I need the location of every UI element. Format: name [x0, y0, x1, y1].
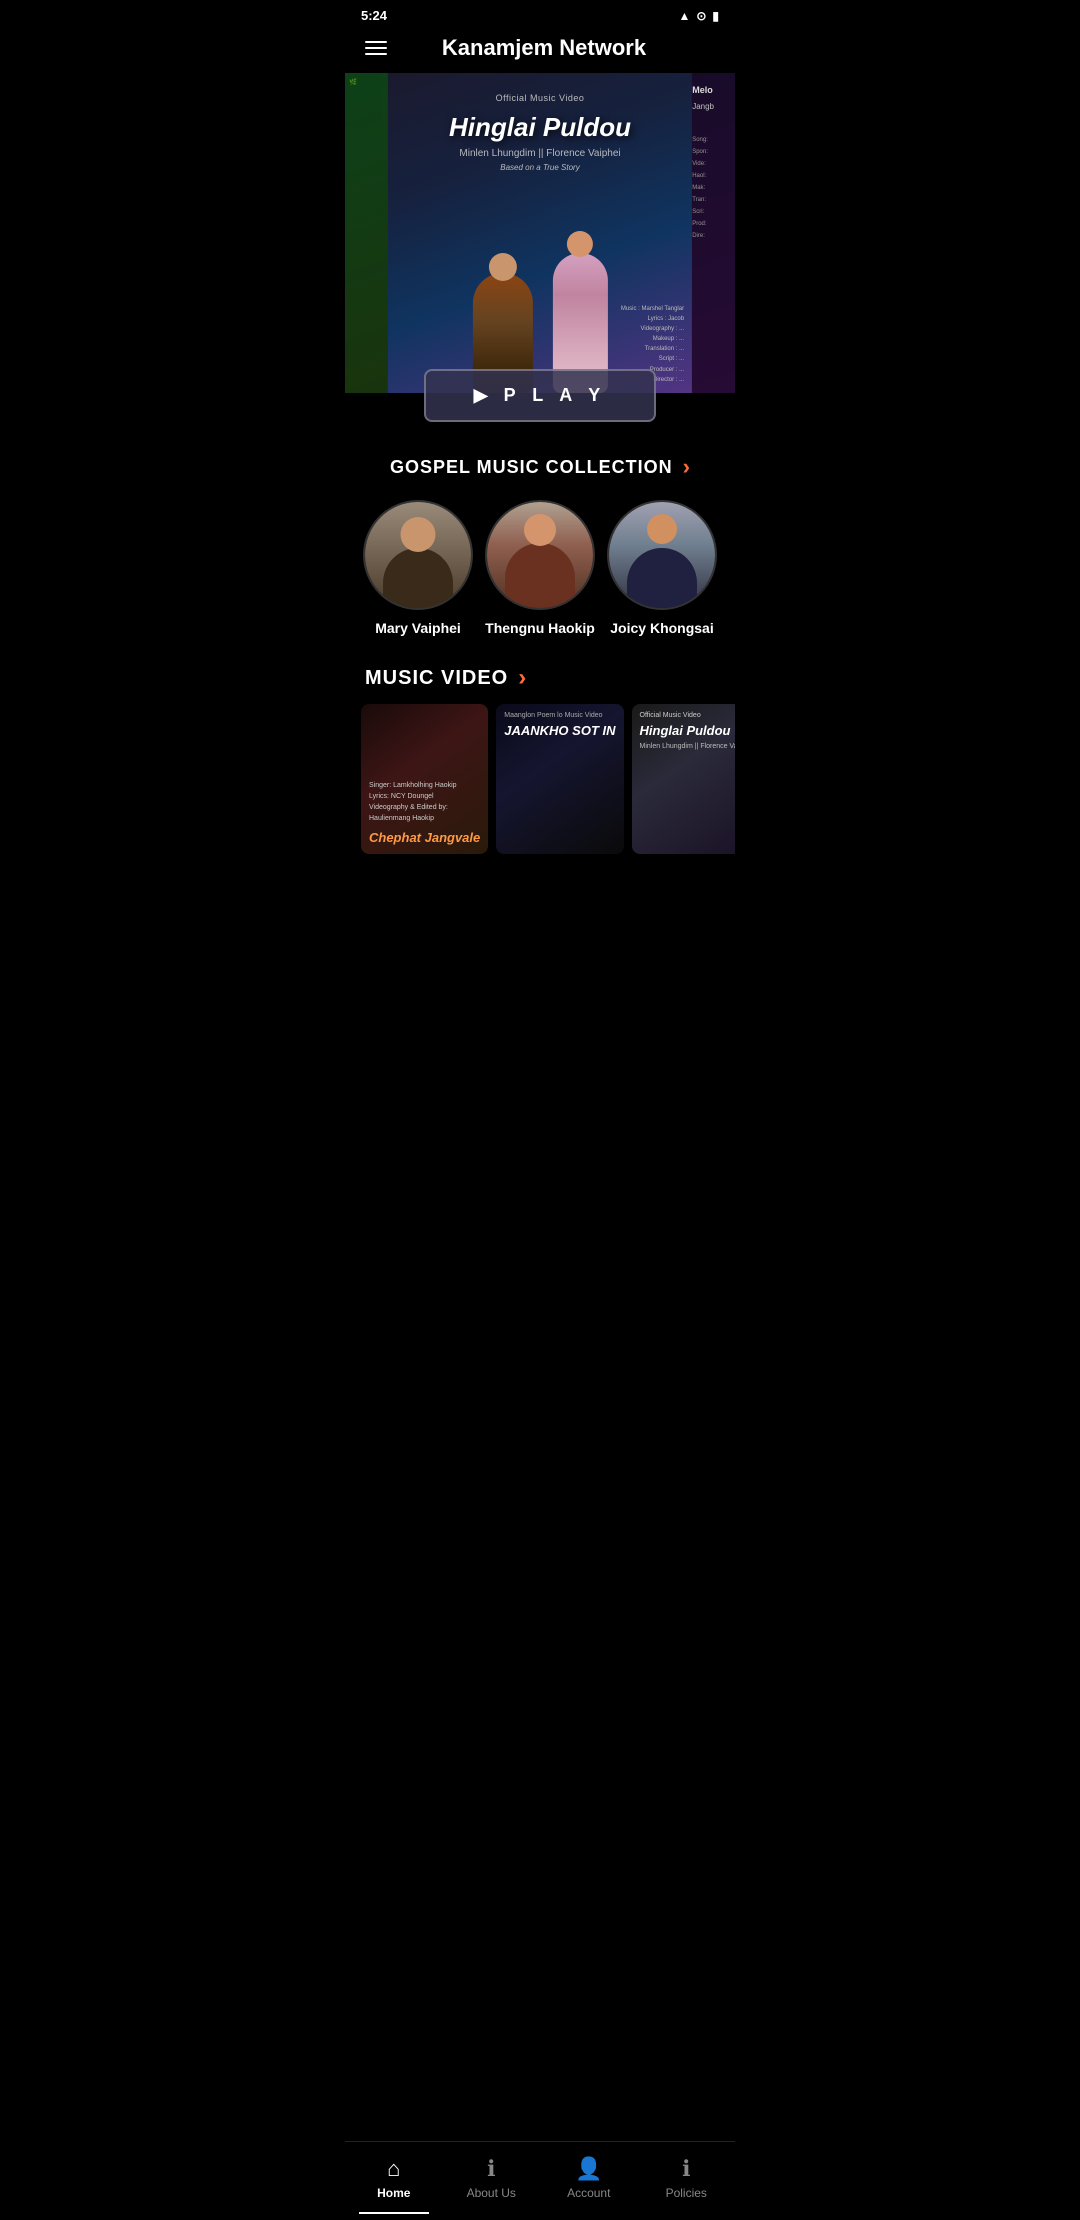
app-header: Kanamjem Network — [345, 27, 735, 73]
artist-avatar-thengnu — [485, 500, 595, 610]
artist-item-joicy[interactable]: Joicy Khongsai — [607, 500, 717, 636]
hero-main-slide[interactable]: Official Music Video Hinglai Puldou Minl… — [388, 73, 692, 393]
status-icons: ▲ ⊙ ▮ — [678, 9, 719, 23]
nav-item-account[interactable]: 👤 Account — [554, 2152, 624, 2204]
hero-right-slide[interactable]: Melo Jangb Song:Spon:Vide:Haol:Mak:Tran:… — [688, 73, 735, 393]
mv-1-credits: Singer: Lamkholhing Haokip Lyrics: NCY D… — [369, 780, 480, 825]
play-label: P L A Y — [504, 385, 607, 406]
hero-subtitle: Minlen Lhungdim || Florence Vaiphei — [459, 148, 620, 159]
hero-story-tag: Based on a True Story — [500, 163, 579, 172]
left-slide-content: 🌿 — [345, 73, 392, 93]
mv-3-title: Hinglai Puldou — [640, 723, 736, 739]
menu-button[interactable] — [361, 37, 391, 59]
mv-thumb-3[interactable]: Official Music Video Hinglai Puldou Minl… — [632, 704, 736, 854]
signal-icon: ▲ — [678, 9, 690, 23]
music-video-section-header[interactable]: MUSIC VIDEO › — [345, 656, 735, 704]
artist-item-thengnu[interactable]: Thengnu Haokip — [485, 500, 595, 636]
status-time: 5:24 — [361, 8, 387, 23]
nav-label-policies: Policies — [666, 2186, 707, 2200]
main-content: 🌿 Official Music Video Hinglai Puldou Mi… — [345, 73, 735, 934]
artist-photo-joicy — [609, 502, 715, 608]
policies-icon: ℹ — [682, 2156, 690, 2182]
status-bar: 5:24 ▲ ⊙ ▮ — [345, 0, 735, 27]
mv-thumb-2[interactable]: Maanglon Poem lo Music Video JAANKHO SOT… — [496, 704, 623, 854]
play-button-container: ▶ P L A Y — [345, 369, 735, 438]
mv-2-label: Maanglon Poem lo Music Video — [504, 712, 615, 719]
hero-carousel[interactable]: 🌿 Official Music Video Hinglai Puldou Mi… — [345, 73, 735, 393]
wifi-icon: ⊙ — [696, 9, 706, 23]
mv-thumb-1[interactable]: Singer: Lamkholhing Haokip Lyrics: NCY D… — [361, 704, 488, 854]
hamburger-line — [365, 53, 387, 55]
mv-3-label: Official Music Video — [640, 712, 736, 719]
music-video-arrow: › — [518, 664, 526, 692]
gospel-section-title: GOSPEL MUSIC COLLECTION — [390, 457, 673, 478]
artist-name-mary: Mary Vaiphei — [375, 620, 461, 636]
battery-icon: ▮ — [712, 9, 719, 23]
hero-title: Hinglai Puldou — [449, 113, 631, 142]
nav-label-home: Home — [377, 2186, 410, 2200]
hamburger-line — [365, 41, 387, 43]
artist-avatar-mary — [363, 500, 473, 610]
hero-slide: 🌿 Official Music Video Hinglai Puldou Mi… — [345, 73, 735, 393]
artist-photo-mary — [365, 502, 471, 608]
music-video-row: Singer: Lamkholhing Haokip Lyrics: NCY D… — [345, 704, 735, 854]
nav-item-home[interactable]: ⌂ Home — [359, 2152, 429, 2204]
home-icon: ⌂ — [387, 2156, 400, 2182]
bottom-navigation: ⌂ Home ℹ About Us 👤 Account ℹ Policies — [345, 2141, 735, 2220]
nav-item-about[interactable]: ℹ About Us — [456, 2152, 526, 2204]
music-video-title: MUSIC VIDEO — [365, 667, 508, 690]
artist-name-joicy: Joicy Khongsai — [610, 620, 713, 636]
artists-row: Mary Vaiphei Thengnu Haokip Joicy Khongs… — [345, 492, 735, 656]
mv-3-subtitle: Minlen Lhungdim || Florence Vaiphei — [640, 743, 736, 750]
mv-1-title: Chephat Jangvale — [369, 830, 480, 846]
artist-avatar-joicy — [607, 500, 717, 610]
app-title: Kanamjem Network — [399, 35, 689, 61]
nav-label-account: Account — [567, 2186, 610, 2200]
nav-item-policies[interactable]: ℹ Policies — [651, 2152, 721, 2204]
hamburger-line — [365, 47, 387, 49]
nav-label-about: About Us — [467, 2186, 516, 2200]
info-icon: ℹ — [487, 2156, 495, 2182]
play-icon: ▶ — [474, 385, 494, 406]
hero-left-slide[interactable]: 🌿 — [345, 73, 392, 393]
artist-photo-thengnu — [487, 502, 593, 608]
gospel-section-arrow: › — [683, 454, 690, 480]
play-button[interactable]: ▶ P L A Y — [424, 369, 657, 422]
gospel-section-header[interactable]: GOSPEL MUSIC COLLECTION › — [345, 438, 735, 492]
mv-2-title: JAANKHO SOT IN — [504, 723, 615, 739]
account-icon: 👤 — [575, 2156, 602, 2182]
hero-label: Official Music Video — [496, 93, 585, 103]
right-slide-text: Melo Jangb Song:Spon:Vide:Haol:Mak:Tran:… — [688, 73, 735, 252]
artist-item-mary[interactable]: Mary Vaiphei — [363, 500, 473, 636]
artist-name-thengnu: Thengnu Haokip — [485, 620, 595, 636]
